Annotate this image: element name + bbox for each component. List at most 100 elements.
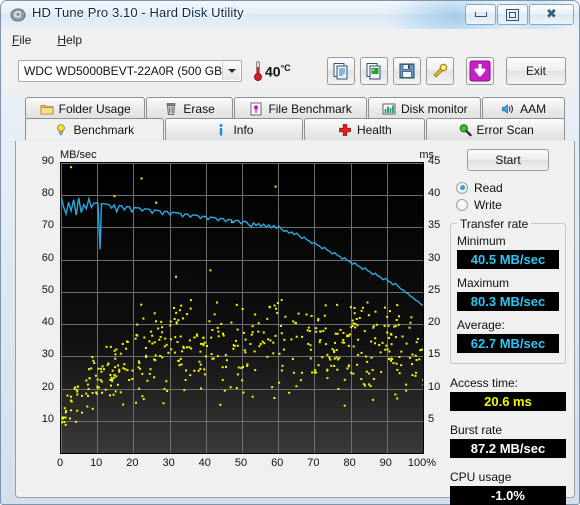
menu-bar: File Help: [2, 29, 578, 52]
tab-disk-monitor[interactable]: Disk monitor: [368, 97, 482, 119]
copy-text-button[interactable]: [327, 57, 355, 85]
chart-ytick: 90: [41, 155, 54, 167]
hd-tune-window: HD Tune Pro 3.10 - Hard Disk Utility ✖ F…: [0, 0, 580, 505]
chart-ytick: 70: [41, 219, 54, 232]
maximize-icon[interactable]: [497, 4, 528, 25]
tab-file-benchmark[interactable]: File Benchmark: [233, 97, 368, 119]
chart-xtick: 70: [307, 457, 320, 469]
trash-icon: [164, 102, 178, 116]
tab-erase-label: Erase: [183, 101, 215, 116]
radio-read[interactable]: Read: [456, 179, 566, 196]
benchmark-chart: MB/sec ms 10 20 30 40 50 60 70 80 90 5 10 15 20 25 30…: [26, 149, 441, 479]
radio-write-dot: [456, 198, 468, 211]
file-benchmark-icon: [249, 102, 263, 116]
chart-xtick: 50: [234, 457, 248, 469]
maximum-label: Maximum: [457, 276, 510, 290]
download-button[interactable]: [466, 57, 494, 85]
burst-rate-label: Burst rate: [450, 423, 503, 437]
chart-ytick: 30: [41, 348, 54, 361]
average-value: 62.7 MB/sec: [457, 334, 559, 353]
access-time-value-text: 20.6 ms: [484, 394, 532, 409]
transfer-rate-group: Transfer rate Minimum 40.5 MB/sec Maximu…: [450, 217, 566, 364]
chevron-down-icon[interactable]: [222, 62, 240, 80]
hdd-icon: [10, 7, 26, 23]
mode-radio-group: Read Write: [450, 179, 566, 213]
title-bar: HD Tune Pro 3.10 - Hard Disk Utility ✖: [1, 1, 579, 29]
chart-xtick: 100%: [407, 457, 437, 469]
radio-write[interactable]: Write: [456, 196, 566, 213]
tab-folder-usage[interactable]: Folder Usage: [25, 97, 146, 119]
chart-xtick: 30: [162, 457, 175, 469]
chart-ytick: 40: [41, 316, 54, 329]
chart-ytick: 10: [41, 412, 54, 425]
tab-row-1: Folder Usage Erase File Benchmark Disk m…: [25, 97, 565, 119]
tab-health-label: Health: [356, 122, 392, 137]
tab-folder-usage-label: Folder Usage: [58, 101, 131, 116]
drive-select-value: WDC WD5000BEVT-22A0R (500 GB): [24, 64, 227, 78]
copy-document-icon: [328, 58, 354, 84]
tab-info[interactable]: Info: [164, 118, 304, 140]
tab-file-benchmark-label: File Benchmark: [268, 101, 352, 116]
toolbar-buttons: Exit: [327, 57, 566, 85]
tab-row-2: Benchmark Info Health Error Scan: [25, 118, 565, 140]
toolbar: WDC WD5000BEVT-22A0R (500 GB) 40°C Exit: [2, 51, 578, 95]
chart-xtick: 20: [126, 457, 139, 469]
maximum-value: 80.3 MB/sec: [457, 292, 559, 311]
tab-aam[interactable]: AAM: [482, 97, 565, 119]
cpu-usage-value: -1.0%: [450, 486, 566, 505]
access-time-value: 20.6 ms: [450, 392, 566, 411]
minimize-icon[interactable]: [465, 4, 496, 25]
magnifier-icon: [458, 123, 472, 137]
chart-plot-area: [60, 162, 424, 454]
tab-disk-monitor-label: Disk monitor: [400, 101, 468, 116]
cpu-usage-label: CPU usage: [450, 470, 512, 484]
radio-read-dot: [456, 181, 468, 194]
chart-ytick: 80: [41, 187, 54, 200]
burst-rate-value-text: 87.2 MB/sec: [470, 441, 546, 456]
save-button[interactable]: [393, 57, 421, 85]
cpu-usage-block: CPU usage -1.0%: [450, 470, 566, 505]
chart-xtick: 10: [90, 457, 103, 469]
transfer-rate-title: Transfer rate: [457, 217, 532, 231]
copy-image-button[interactable]: [360, 57, 388, 85]
chart-ytick: 50: [41, 283, 54, 296]
floppy-disk-icon: [394, 58, 420, 84]
temperature-value: 40°C: [265, 62, 291, 80]
tab-info-label: Info: [233, 122, 254, 137]
tab-benchmark-label: Benchmark: [73, 122, 135, 137]
chart-xtick: 80: [343, 457, 356, 469]
options-button[interactable]: [426, 57, 454, 85]
radio-write-label: Write: [474, 197, 502, 212]
tab-health[interactable]: Health: [304, 118, 426, 140]
chart-xtick: 0: [56, 457, 64, 469]
info-icon: [214, 123, 228, 137]
copy-image-icon: [361, 58, 387, 84]
menu-item-file[interactable]: File: [12, 33, 31, 47]
access-time-label: Access time:: [450, 376, 519, 390]
tab-bar: Folder Usage Erase File Benchmark Disk m…: [25, 97, 565, 141]
minimum-value: 40.5 MB/sec: [457, 250, 559, 269]
lightbulb-icon: [54, 123, 68, 137]
drive-select[interactable]: WDC WD5000BEVT-22A0R (500 GB): [18, 60, 242, 82]
menu-item-help[interactable]: Help: [57, 33, 82, 47]
chart-ylabel: MB/sec: [60, 149, 97, 161]
access-time-block: Access time: 20.6 ms: [450, 376, 566, 411]
speaker-icon: [501, 102, 515, 116]
thermometer-icon: [254, 61, 262, 81]
temperature-indicator: 40°C: [254, 60, 291, 82]
close-icon[interactable]: ✖: [529, 4, 574, 25]
wrench-icon: [427, 58, 453, 84]
tab-erase[interactable]: Erase: [146, 97, 233, 119]
tab-error-scan-label: Error Scan: [476, 122, 534, 137]
chart-ytick: 60: [41, 251, 54, 264]
exit-button[interactable]: Exit: [506, 57, 566, 85]
cpu-usage-value-text: -1.0%: [491, 488, 525, 503]
window-title: HD Tune Pro 3.10 - Hard Disk Utility: [32, 5, 244, 20]
start-button[interactable]: Start: [467, 149, 549, 171]
tab-error-scan[interactable]: Error Scan: [426, 118, 565, 140]
chart-xtick: 60: [271, 457, 284, 469]
menu-item-file-rest: ile: [19, 33, 32, 47]
results-sidebar: Start Read Write Transfer rate Minimum 4…: [450, 149, 566, 505]
tab-benchmark[interactable]: Benchmark: [25, 118, 164, 140]
red-cross-icon: [338, 123, 352, 137]
